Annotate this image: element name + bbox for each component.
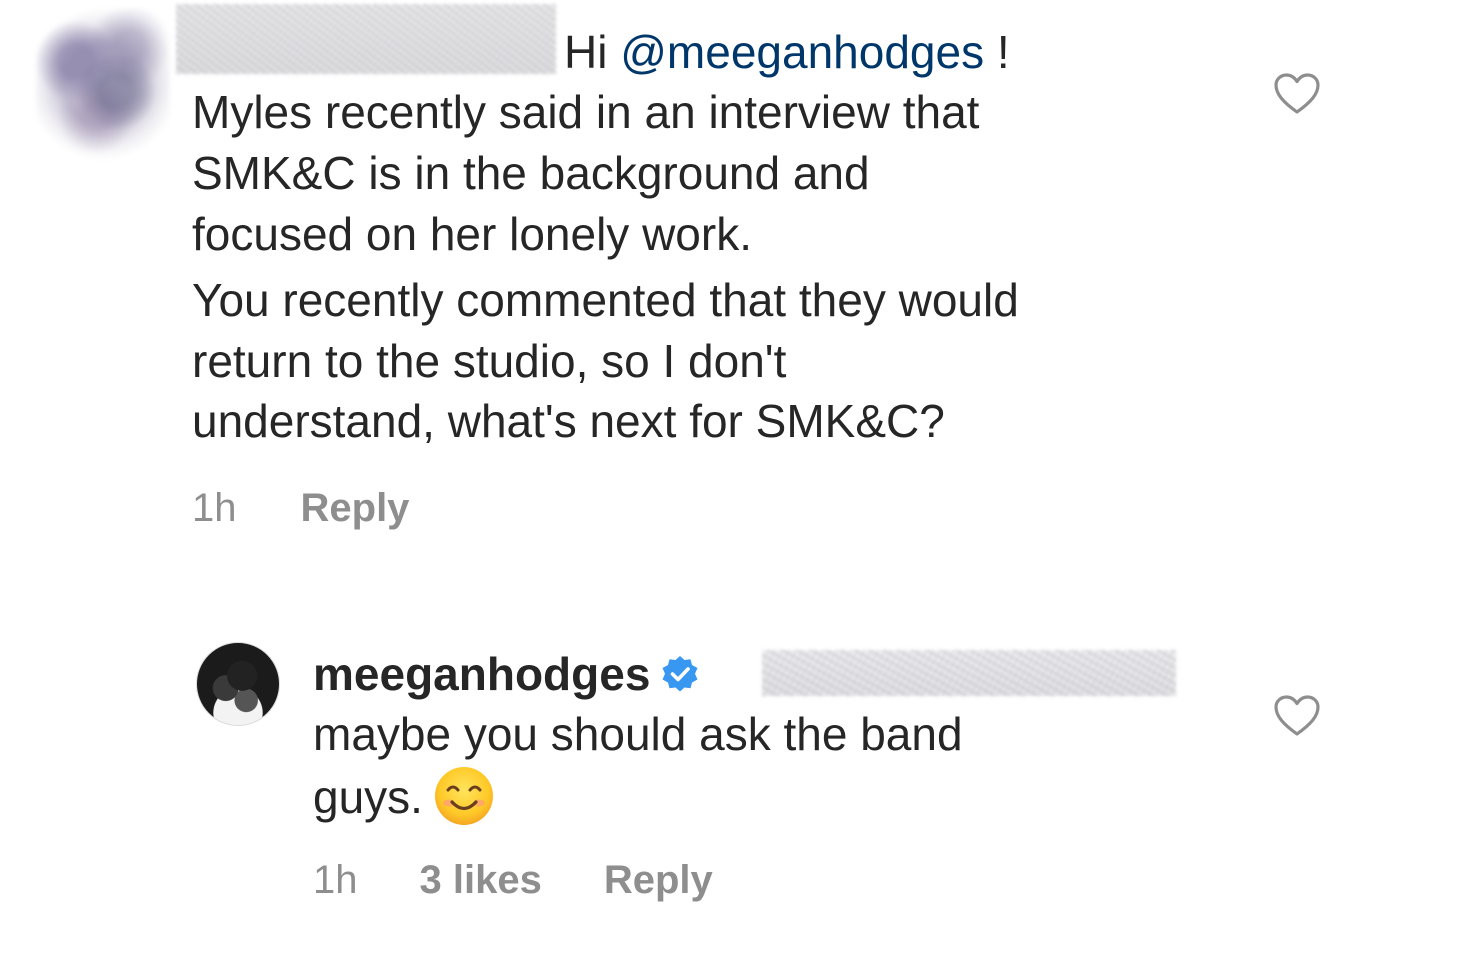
comment-line: guys. <box>313 771 423 823</box>
comment-greeting: Hi @meeganhodges ! <box>564 22 1010 83</box>
comment-line: You recently commented that they would <box>192 274 1019 326</box>
comment-line: Myles recently said in an interview that <box>192 86 980 138</box>
comment-line: return to the studio, so I don't <box>192 335 787 387</box>
redacted-username <box>176 4 556 74</box>
smiling-face-emoji <box>434 767 493 825</box>
comment-header: meeganhodges <box>313 644 700 705</box>
reply-button[interactable]: Reply <box>301 486 410 531</box>
reply-button[interactable]: Reply <box>604 858 713 903</box>
greeting-end-text: ! <box>984 26 1010 78</box>
comment-line: SMK&C is in the background and <box>192 147 870 199</box>
heart-outline-icon[interactable] <box>1273 694 1321 738</box>
username-link[interactable]: meeganhodges <box>313 648 650 700</box>
comment-line-with-emoji: guys. <box>313 765 495 828</box>
greeting-text: Hi <box>564 26 621 78</box>
timestamp: 1h <box>313 858 358 902</box>
redacted-text <box>762 650 1176 696</box>
avatar[interactable] <box>36 8 170 160</box>
avatar[interactable] <box>196 642 280 726</box>
comment-line: maybe you should ask the band <box>313 708 963 760</box>
verified-badge-icon <box>662 656 698 692</box>
timestamp: 1h <box>192 486 237 530</box>
comment-meta: 1h 3 likes Reply <box>313 858 779 903</box>
comment-line: focused on her lonely work. <box>192 208 752 260</box>
likes-count[interactable]: 3 likes <box>420 858 542 903</box>
comment-line: understand, what's next for SMK&C? <box>192 395 945 447</box>
comment-meta: 1h Reply <box>192 486 475 531</box>
mention-link[interactable]: @meeganhodges <box>620 26 984 78</box>
heart-outline-icon[interactable] <box>1273 72 1321 116</box>
